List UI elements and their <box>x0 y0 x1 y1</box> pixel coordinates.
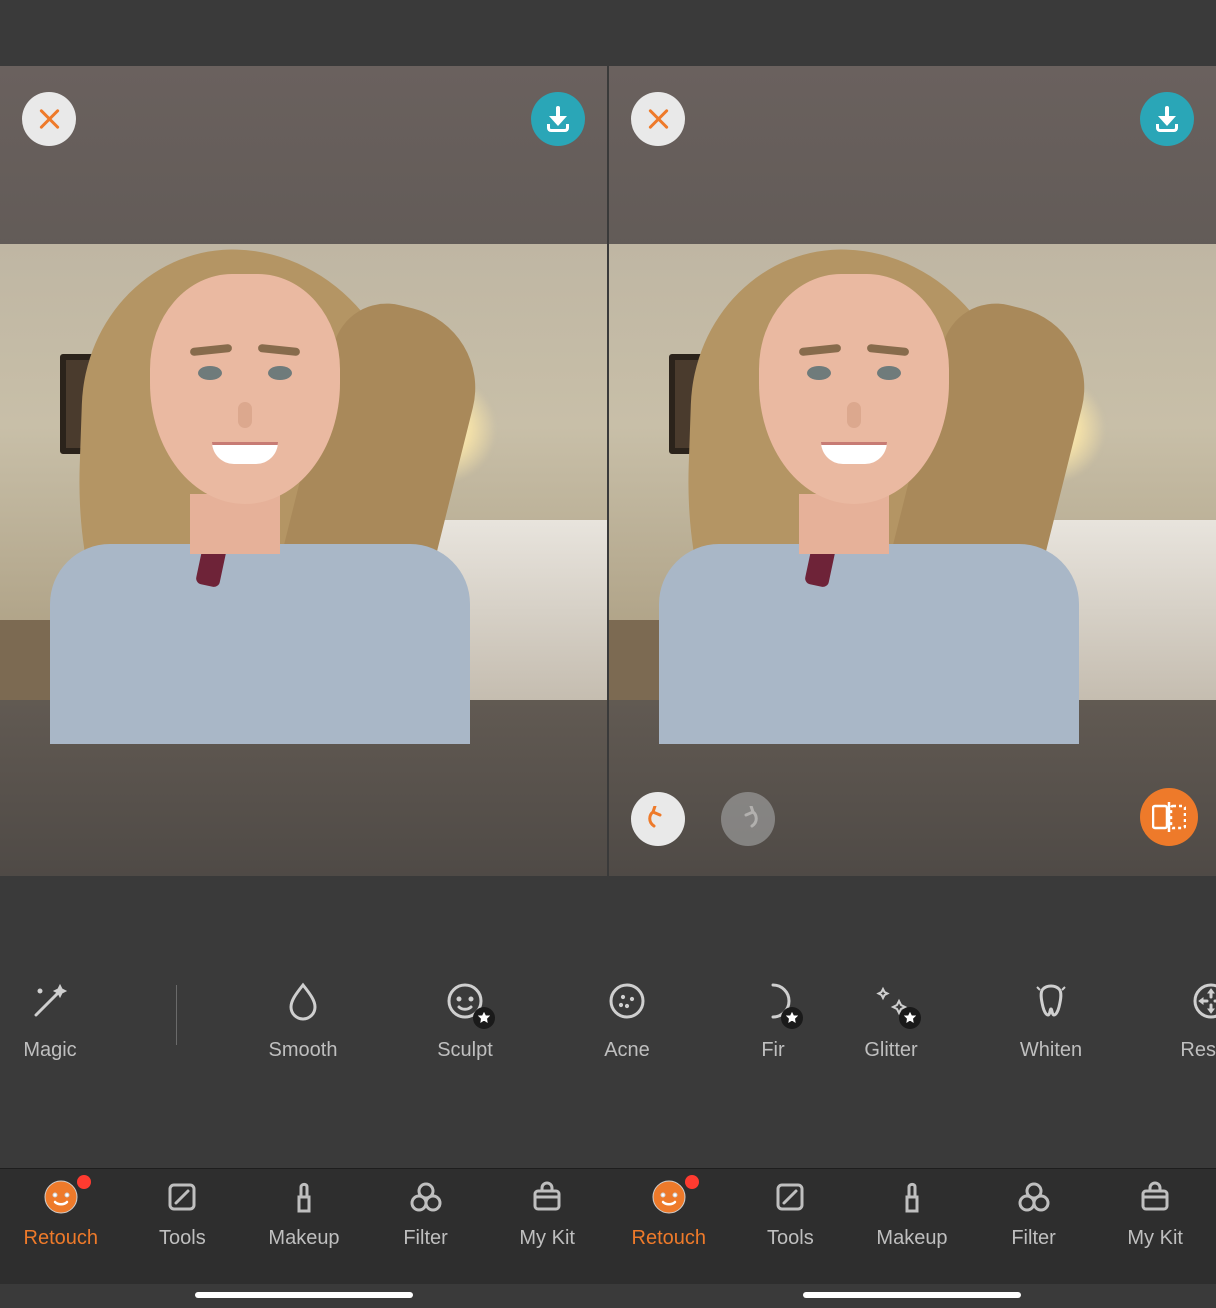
glitter-stars-icon <box>869 979 913 1023</box>
tab-makeup[interactable]: Makeup <box>862 1177 962 1250</box>
tab-tools[interactable]: Tools <box>740 1177 840 1250</box>
tab-label: Tools <box>159 1227 206 1250</box>
close-icon <box>646 107 670 131</box>
tab-mykit[interactable]: My Kit <box>497 1177 597 1250</box>
tab-label: My Kit <box>519 1227 575 1250</box>
magic-wand-icon <box>28 979 72 1023</box>
lipstick-icon <box>892 1177 932 1217</box>
filter-circles-icon <box>1014 1177 1054 1217</box>
retouch-face-icon <box>41 1177 81 1217</box>
download-icon <box>545 106 571 132</box>
redo-icon <box>735 806 761 832</box>
tab-label: Filter <box>403 1227 447 1250</box>
pencil-icon <box>770 1177 810 1217</box>
redo-button[interactable] <box>721 792 775 846</box>
tool-firm[interactable]: Fir <box>753 979 793 1062</box>
photo-canvas[interactable] <box>609 244 1216 700</box>
close-icon <box>37 107 61 131</box>
screenshot-left <box>0 66 607 876</box>
kit-box-icon <box>527 1177 567 1217</box>
tab-label: Tools <box>767 1227 814 1250</box>
lipstick-icon <box>284 1177 324 1217</box>
tab-filter[interactable]: Filter <box>984 1177 1084 1250</box>
tab-mykit[interactable]: My Kit <box>1105 1177 1205 1250</box>
retouch-tool-strip: Magic Smooth Sculpt Acne Fir <box>0 960 1216 1080</box>
tool-label: Acne <box>604 1039 650 1062</box>
compare-icon <box>1152 802 1186 832</box>
tab-makeup[interactable]: Makeup <box>254 1177 354 1250</box>
save-button[interactable] <box>531 92 585 146</box>
tab-label: My Kit <box>1127 1227 1183 1250</box>
home-indicator <box>803 1292 1021 1298</box>
sculpt-face-icon <box>443 979 487 1023</box>
droplet-icon <box>281 979 325 1023</box>
tool-label: Sculpt <box>437 1039 493 1062</box>
tool-label: Glitter <box>864 1039 917 1062</box>
tab-filter[interactable]: Filter <box>376 1177 476 1250</box>
tool-glitter[interactable]: Glitter <box>855 979 927 1062</box>
close-button[interactable] <box>22 92 76 146</box>
screenshot-right <box>609 66 1216 876</box>
tool-label: Resize <box>1180 1039 1216 1062</box>
premium-badge-icon <box>899 1007 921 1029</box>
tool-smooth[interactable]: Smooth <box>267 979 339 1062</box>
tool-label: Fir <box>761 1039 784 1062</box>
tab-label: Retouch <box>632 1227 707 1250</box>
tool-label: Magic <box>23 1039 76 1062</box>
tab-label: Retouch <box>24 1227 99 1250</box>
close-button[interactable] <box>631 92 685 146</box>
kit-box-icon <box>1135 1177 1175 1217</box>
tool-label: Whiten <box>1020 1039 1082 1062</box>
compare-button[interactable] <box>1140 788 1198 846</box>
premium-badge-icon <box>473 1007 495 1029</box>
tab-tools[interactable]: Tools <box>132 1177 232 1250</box>
tool-resize[interactable]: Resize <box>1175 979 1216 1062</box>
undo-icon <box>645 806 671 832</box>
tabbar-right: Retouch Tools Makeup Filter My Kit <box>608 1169 1216 1284</box>
bottom-tabbar: Retouch Tools Makeup Filter My Kit Retou… <box>0 1168 1216 1284</box>
tooth-icon <box>1029 979 1073 1023</box>
premium-badge-icon <box>781 1007 803 1029</box>
resize-arrows-icon <box>1189 979 1216 1023</box>
tool-magic[interactable]: Magic <box>14 979 86 1062</box>
filter-circles-icon <box>406 1177 446 1217</box>
firm-icon <box>751 979 795 1023</box>
tool-whiten[interactable]: Whiten <box>1015 979 1087 1062</box>
tabbar-left: Retouch Tools Makeup Filter My Kit <box>0 1169 608 1284</box>
photo-canvas[interactable] <box>0 244 607 700</box>
tool-acne[interactable]: Acne <box>591 979 663 1062</box>
download-icon <box>1154 106 1180 132</box>
undo-button[interactable] <box>631 792 685 846</box>
tool-label: Smooth <box>269 1039 338 1062</box>
tab-label: Makeup <box>876 1227 947 1250</box>
tab-label: Filter <box>1011 1227 1055 1250</box>
tool-separator <box>176 985 177 1045</box>
retouch-face-icon <box>649 1177 689 1217</box>
tab-label: Makeup <box>268 1227 339 1250</box>
tab-retouch[interactable]: Retouch <box>619 1177 719 1250</box>
pencil-icon <box>162 1177 202 1217</box>
tool-sculpt[interactable]: Sculpt <box>429 979 501 1062</box>
tab-retouch[interactable]: Retouch <box>11 1177 111 1250</box>
home-indicator <box>195 1292 413 1298</box>
acne-target-icon <box>605 979 649 1023</box>
save-button[interactable] <box>1140 92 1194 146</box>
